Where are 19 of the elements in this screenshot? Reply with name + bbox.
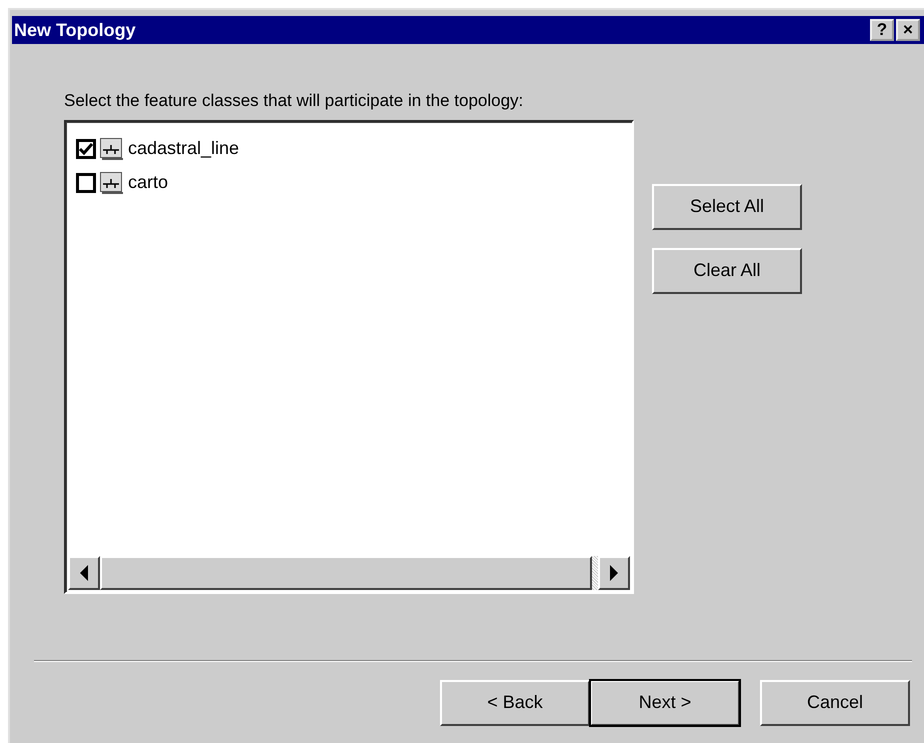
line-feature-class-icon <box>100 172 124 194</box>
left-arrow-icon <box>79 564 89 580</box>
scroll-left-button[interactable] <box>68 556 100 590</box>
checkbox[interactable] <box>76 138 96 158</box>
instruction-label: Select the feature classes that will participate in the topology: <box>64 90 524 112</box>
close-button[interactable]: × <box>896 19 920 41</box>
back-button[interactable]: < Back <box>440 680 590 726</box>
select-all-button[interactable]: Select All <box>652 184 802 230</box>
scroll-right-button[interactable] <box>598 556 630 590</box>
cancel-button[interactable]: Cancel <box>760 680 910 726</box>
help-button[interactable]: ? <box>870 19 894 41</box>
next-button[interactable]: Next > <box>590 680 740 726</box>
line-feature-class-icon <box>100 138 124 160</box>
checkbox[interactable] <box>76 172 96 192</box>
clear-all-button[interactable]: Clear All <box>652 248 802 294</box>
right-arrow-icon <box>609 564 619 580</box>
feature-class-label[interactable]: carto <box>128 169 168 196</box>
feature-class-label[interactable]: cadastral_line <box>128 135 240 162</box>
window-title: New Topology <box>13 18 137 42</box>
